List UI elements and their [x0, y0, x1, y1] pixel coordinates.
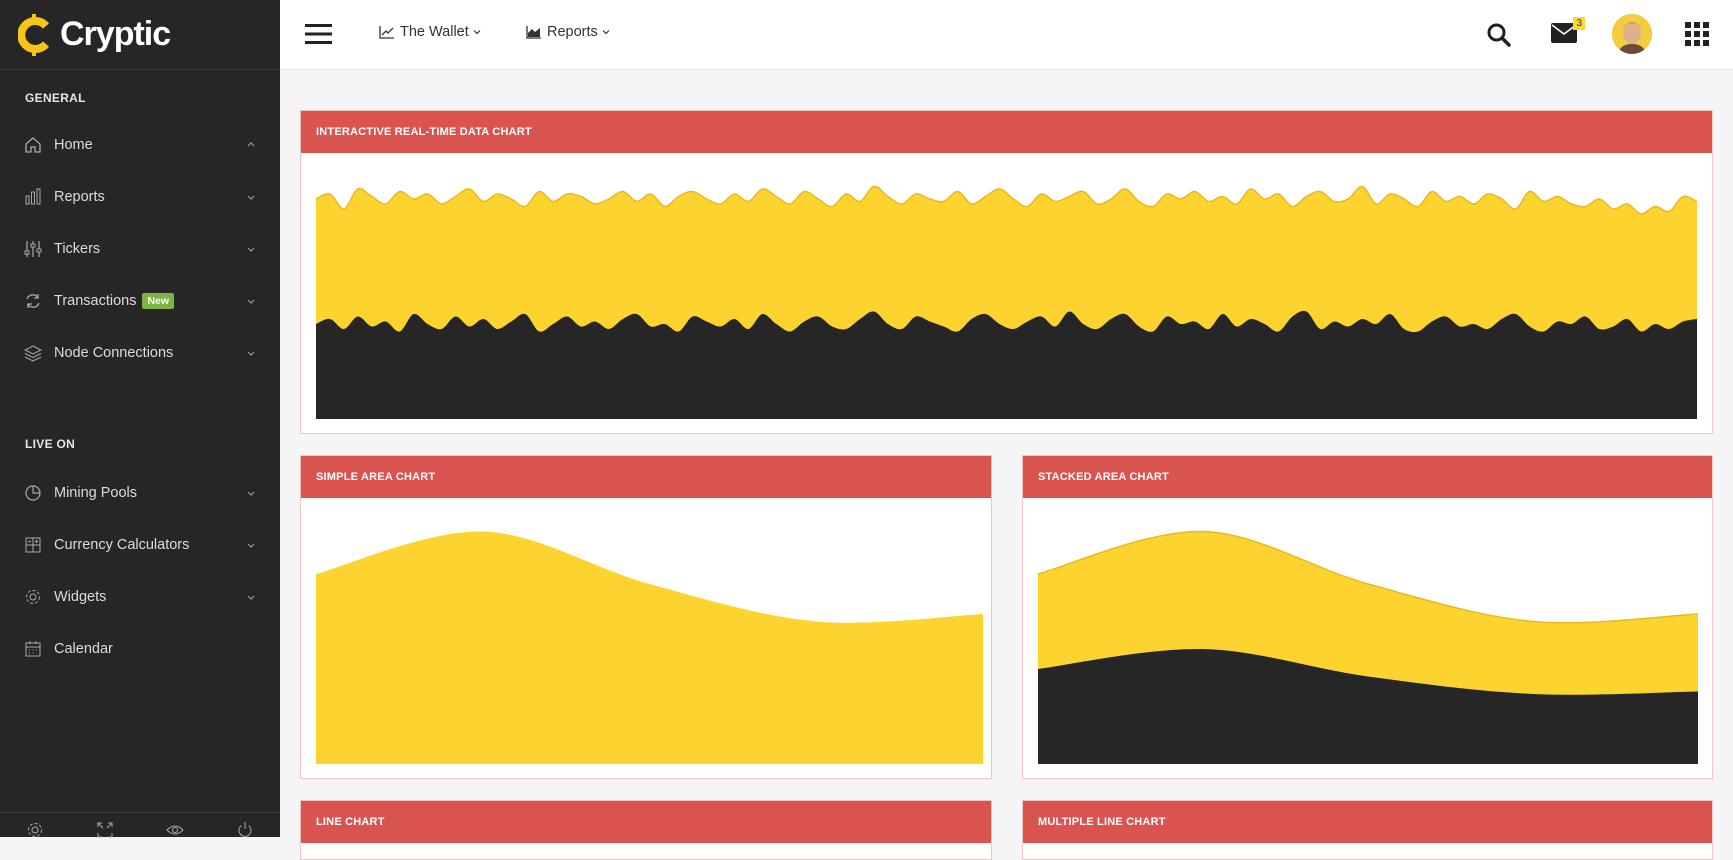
sidebar-item-label: Home	[54, 137, 93, 153]
mail-button[interactable]: 3	[1551, 17, 1585, 48]
simple-area-chart	[316, 531, 983, 764]
sidebar-item-transactions[interactable]: Transactions New	[0, 275, 280, 327]
chevron-down-icon	[247, 491, 255, 496]
sidebar-item-label: Calendar	[54, 641, 113, 657]
calculator-icon	[24, 536, 42, 554]
settings-icon[interactable]	[26, 821, 44, 839]
eye-icon[interactable]	[166, 821, 184, 839]
sidebar-item-label: Currency Calculators	[54, 537, 190, 553]
top-menu-reports[interactable]: Reports	[526, 24, 616, 40]
sidebar-footer	[0, 812, 280, 839]
panel-title: SIMPLE AREA CHART	[301, 456, 991, 498]
panel-title: STACKED AREA CHART	[1023, 456, 1712, 498]
panel-title: INTERACTIVE REAL-TIME DATA CHART	[301, 111, 1712, 153]
layers-icon	[24, 344, 42, 362]
home-icon	[24, 136, 42, 154]
sidebar-item-label: Tickers	[54, 241, 101, 257]
avatar[interactable]	[1612, 14, 1652, 54]
mail-count-badge: 3	[1573, 17, 1585, 30]
new-badge: New	[142, 293, 175, 309]
chevron-down-icon	[247, 543, 255, 548]
top-menu-the-wallet[interactable]: The Wallet	[379, 24, 487, 40]
apps-grid-icon[interactable]	[1685, 22, 1709, 46]
user-avatar-icon	[1612, 14, 1652, 54]
sidebar-item-label: Mining Pools	[54, 485, 138, 501]
sidebar-item-widgets[interactable]: Widgets	[0, 571, 280, 623]
sliders-icon	[24, 240, 42, 258]
sidebar: Cryptic GENERAL Home Reports Tickers Tra…	[0, 0, 280, 839]
sidebar-item-node-connections[interactable]: Node Connections	[0, 327, 280, 379]
sidebar-item-mining-pools[interactable]: Mining Pools	[0, 467, 280, 519]
chevron-down-icon	[247, 351, 255, 356]
line-chart-panel: LINE CHART	[300, 800, 992, 860]
sidebar-item-tickers[interactable]: Tickers	[0, 223, 280, 275]
simple-area-chart-panel: SIMPLE AREA CHART	[300, 455, 992, 779]
power-icon[interactable]	[236, 821, 254, 839]
cryptic-logo-icon	[18, 13, 50, 56]
chevron-down-icon	[247, 247, 255, 252]
chevron-down-icon	[247, 595, 255, 600]
chevron-down-icon	[247, 195, 255, 200]
pie-chart-icon	[24, 484, 42, 502]
sidebar-item-label: Node Connections	[54, 345, 174, 361]
sidebar-item-reports[interactable]: Reports	[0, 171, 280, 223]
sidebar-item-label: Reports	[54, 189, 105, 205]
brand-name: Cryptic	[60, 15, 171, 53]
fullscreen-icon[interactable]	[96, 821, 114, 839]
refresh-icon	[24, 292, 42, 310]
top-menu-label: Reports	[547, 24, 598, 40]
area-chart-icon	[526, 26, 541, 39]
sidebar-item-currency-calculators[interactable]: Currency Calculators	[0, 519, 280, 571]
chevron-down-icon	[247, 299, 255, 304]
series-area	[316, 531, 983, 764]
chevron-up-icon	[247, 142, 255, 147]
realtime-chart-panel: INTERACTIVE REAL-TIME DATA CHART	[300, 110, 1713, 434]
realtime-area-chart	[316, 185, 1697, 419]
calendar-icon	[24, 640, 42, 658]
stacked-area-chart-panel: STACKED AREA CHART	[1022, 455, 1713, 779]
search-icon[interactable]	[1486, 22, 1512, 48]
sidebar-item-label: Widgets	[54, 589, 107, 605]
bar-chart-icon	[24, 188, 42, 206]
top-menu-label: The Wallet	[400, 24, 469, 40]
topbar: The Wallet Reports 3	[280, 0, 1733, 70]
line-chart-icon	[379, 26, 394, 39]
sidebar-item-calendar[interactable]: Calendar	[0, 623, 280, 675]
sidebar-item-label: Transactions	[54, 293, 137, 309]
brand[interactable]: Cryptic	[0, 0, 280, 70]
section-general: GENERAL	[25, 91, 86, 105]
chevron-down-icon	[473, 30, 481, 35]
sidebar-item-home[interactable]: Home	[0, 119, 280, 171]
chevron-down-icon	[602, 30, 610, 35]
hamburger-menu-icon[interactable]	[305, 22, 332, 46]
stacked-area-chart	[1038, 530, 1698, 764]
gear-icon	[24, 588, 42, 606]
multiple-line-chart-panel: MULTIPLE LINE CHART	[1022, 800, 1713, 860]
section-live-on: LIVE ON	[25, 437, 76, 451]
